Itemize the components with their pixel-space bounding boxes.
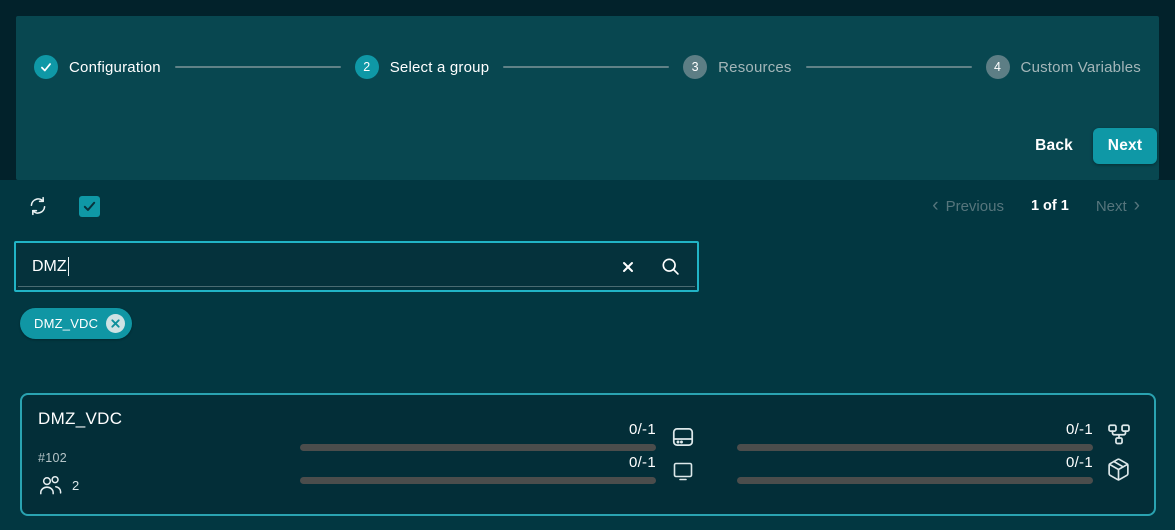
step-select-a-group[interactable]: 2 Select a group [355,55,490,79]
step-label: Custom Variables [1021,59,1141,76]
chip-delete-x-icon [110,318,121,329]
step-connector [175,66,341,68]
clear-search-button[interactable] [613,252,643,282]
select-all-checkbox[interactable] [79,196,100,217]
step-number-badge: 4 [986,55,1010,79]
list-toolbar: ‹ Previous 1 of 1 Next › [0,188,1175,224]
search-input[interactable]: DMZ [16,257,613,276]
step-number-badge: 2 [355,55,379,79]
checkbox-check-icon [82,199,97,214]
group-search-field[interactable]: DMZ [14,241,699,292]
vm-icon [671,459,695,483]
quota-images: 0/-1 [737,454,1093,484]
quota-images-value: 0/-1 [737,454,1093,472]
step-connector [503,66,669,68]
step-connector [806,66,972,68]
previous-page-button[interactable]: ‹ Previous [932,197,1004,216]
step-configuration[interactable]: Configuration [34,55,161,79]
filter-chip-dmz-vdc: DMZ_VDC [20,308,132,339]
search-submit-button[interactable] [655,252,685,282]
search-input-value: DMZ [32,258,67,276]
step-completed-badge [34,55,58,79]
next-button[interactable]: Next [1093,128,1157,164]
quota-images-progressbar [737,477,1093,484]
quota-networks-progressbar [737,444,1093,451]
quota-vms-progressbar [300,477,656,484]
previous-page-label: Previous [946,198,1004,215]
image-icon [1106,457,1131,482]
refresh-icon [27,195,49,217]
back-button[interactable]: Back [1025,129,1083,163]
quota-networks-value: 0/-1 [737,421,1093,439]
wizard-header-panel: Configuration 2 Select a group 3 Resourc… [16,16,1159,180]
next-page-label: Next [1096,198,1127,215]
step-custom-variables[interactable]: 4 Custom Variables [986,55,1141,79]
group-card-dmz-vdc[interactable]: DMZ_VDC #102 2 0/-1 0/- [20,393,1156,516]
group-card-title: DMZ_VDC [38,409,122,429]
text-caret [68,257,70,276]
wizard-stepper: Configuration 2 Select a group 3 Resourc… [16,16,1159,79]
step-number-badge: 3 [683,55,707,79]
step-resources[interactable]: 3 Resources [683,55,792,79]
clear-icon [620,259,636,275]
check-icon [39,60,53,74]
step-label: Select a group [390,59,490,76]
step-label: Configuration [69,59,161,76]
wizard-actions: Back Next [1025,128,1157,164]
quota-datastores: 0/-1 [300,421,656,451]
network-icon [1106,422,1132,448]
quota-networks: 0/-1 [737,421,1093,451]
pagination: ‹ Previous 1 of 1 Next › [932,197,1175,216]
quota-datastores-progressbar [300,444,656,451]
input-underline [18,286,695,287]
group-users-count: 2 [72,478,79,493]
datastore-icon [670,424,696,450]
refresh-button[interactable] [27,195,49,217]
search-icon [660,256,681,277]
quota-datastores-value: 0/-1 [300,421,656,439]
users-icon [38,475,63,495]
previous-chevron-icon: ‹ [932,196,938,215]
wizard-screen: Configuration 2 Select a group 3 Resourc… [0,0,1175,530]
next-page-button[interactable]: Next › [1096,197,1140,216]
quota-vms-value: 0/-1 [300,454,656,472]
chip-delete-button[interactable] [106,314,125,333]
page-status: 1 of 1 [1031,198,1069,214]
group-users: 2 [38,475,79,495]
quota-vms: 0/-1 [300,454,656,484]
step-label: Resources [718,59,792,76]
group-card-id: #102 [38,451,67,465]
chip-label: DMZ_VDC [34,316,98,331]
next-chevron-icon: › [1134,196,1140,215]
